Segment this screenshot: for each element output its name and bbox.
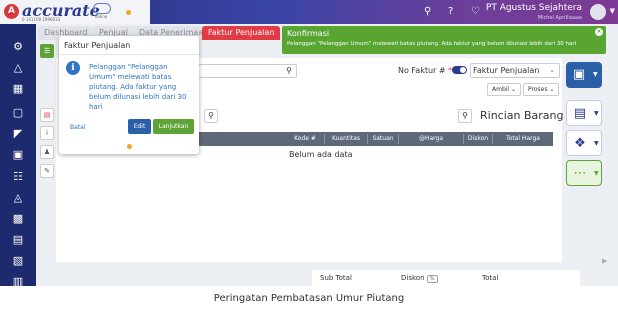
accurate-logo-icon: A (4, 4, 19, 19)
chevron-right-icon[interactable]: ▶ (602, 257, 607, 265)
popover-title: Faktur Penjualan (64, 41, 131, 50)
top-header: A accurate 0 141109 1996033 online ⚲ ? ♡… (0, 0, 618, 24)
nofaktur-label: No Faktur # * (398, 66, 452, 75)
col-kuantitas: Kuantitas (331, 135, 361, 142)
popover-divider (59, 54, 199, 55)
notification-message: Pelanggan "Pelanggan Umum" melewati bata… (287, 41, 577, 47)
company-name: PT Agustus Sejahtera (485, 3, 582, 13)
faktur-type-select[interactable]: Faktur Penjualan ⌄ (470, 63, 560, 78)
notification-title: Konfirmasi (287, 29, 330, 38)
confirmation-notification: Konfirmasi Pelanggan "Pelanggan Umum" me… (282, 26, 606, 54)
col-harga: @Harga (418, 135, 444, 142)
pointer-dot (127, 144, 132, 149)
company-info[interactable]: PT Agustus Sejahtera Michel Aprilliaaaa (486, 3, 582, 23)
tab-faktur-penjualan[interactable]: Faktur Penjualan (202, 26, 281, 40)
document-icon[interactable]: ▤ (40, 108, 54, 122)
totals-bar (312, 270, 580, 286)
item-search-button[interactable]: ⚲ (458, 109, 472, 123)
ellipsis-icon: ⋯ (573, 166, 587, 181)
truck-icon[interactable]: ◬ (10, 191, 26, 205)
customer-search-input[interactable]: ⚲ (193, 64, 297, 78)
app-window: A accurate 0 141109 1996033 online ⚲ ? ♡… (0, 0, 618, 286)
proses-label: Proses (528, 86, 548, 93)
col-diskon: Diskon (467, 135, 489, 142)
paperclip-icon: ❖ (574, 136, 586, 151)
bell-icon[interactable]: ♡ (471, 6, 480, 17)
brand-area[interactable]: A accurate 0 141109 1996033 online (0, 0, 150, 24)
ambil-button[interactable]: Ambil ⌄ (487, 83, 522, 96)
sales-icon[interactable]: ▢ (10, 106, 26, 120)
subtotal-label: Sub Total (320, 274, 352, 282)
warning-popover: Faktur Penjualan i Pelanggan "Pelanggan … (59, 36, 199, 154)
users-icon[interactable]: ♟ (40, 145, 54, 159)
more-icon[interactable]: ▥ (10, 275, 26, 286)
figure-caption: Peringatan Pembatasan Umur Piutang (213, 293, 405, 304)
col-total-harga: Total Harga (506, 135, 540, 142)
help-icon[interactable]: ? (448, 6, 453, 17)
notes-icon[interactable]: ✎ (40, 164, 54, 178)
avatar[interactable] (590, 4, 606, 20)
calculator-icon[interactable]: ▧ (10, 254, 26, 268)
search-icon: ⚲ (286, 66, 292, 75)
building-icon[interactable]: ▦ (10, 82, 26, 96)
info-icon: i (66, 61, 80, 75)
bank-icon[interactable]: △ (10, 61, 26, 75)
auto-number-toggle[interactable] (452, 66, 467, 74)
brand-phone: 0 141109 1996033 (22, 17, 61, 22)
factory-icon[interactable]: ▩ (10, 212, 26, 226)
info-tab-icon[interactable]: i (40, 126, 54, 140)
more-actions-button[interactable]: ⋯ ▼ (566, 160, 602, 186)
nofaktur-label-text: No Faktur # (398, 66, 446, 75)
report-icon[interactable]: ▤ (10, 233, 26, 247)
search-icon[interactable]: ⚲ (424, 6, 431, 17)
col-satuan: Satuan (372, 135, 394, 142)
empty-table-message: Belum ada data (289, 150, 353, 159)
print-button[interactable]: ▤ ▼ (566, 100, 602, 126)
diskon-label: Diskon % (401, 274, 438, 283)
detail-title: Rincian Barang (480, 109, 564, 122)
popover-message: Pelanggan "Pelanggan Umum" melewati bata… (89, 63, 187, 111)
settings-icon[interactable]: ⚙ (10, 40, 26, 54)
chevron-down-icon[interactable]: ▼ (610, 7, 615, 15)
proses-button[interactable]: Proses ⌄ (523, 83, 560, 96)
cloud-icon (93, 3, 111, 14)
purchase-icon[interactable]: ▣ (10, 148, 26, 162)
brand-online-label: online (95, 14, 108, 19)
cancel-button[interactable]: Batal (70, 124, 86, 131)
total-label: Total (482, 274, 499, 282)
continue-button[interactable]: Lanjutkan (153, 119, 194, 134)
attachment-button[interactable]: ❖ ▼ (566, 130, 602, 156)
save-icon: ▣ (572, 67, 586, 82)
col-kode: Kode # (294, 135, 316, 142)
list-view-icon[interactable]: ☰ (40, 44, 54, 58)
edit-button[interactable]: Edit (128, 119, 151, 134)
diskon-label-text: Diskon (401, 274, 425, 282)
faktur-type-value: Faktur Penjualan (473, 66, 540, 75)
chevron-down-icon: ⌄ (549, 66, 555, 74)
sidebar: ⚙ △ ▦ ▢ ◤ ▣ ☷ ◬ ▩ ▤ ▧ ▥ (0, 24, 36, 286)
search-icon[interactable]: ⚲ (204, 109, 218, 123)
print-document-icon: ▤ (573, 106, 587, 121)
close-icon[interactable]: × (595, 28, 603, 36)
diskon-percent-toggle[interactable]: % (426, 275, 438, 283)
store-icon[interactable]: ◤ (10, 127, 26, 141)
save-button[interactable]: ▣ ▼ (566, 62, 602, 88)
cart-icon[interactable]: ☷ (10, 170, 26, 184)
ambil-label: Ambil (492, 86, 510, 93)
company-user: Michel Aprilliaaaa (537, 15, 582, 21)
status-dot (126, 10, 131, 15)
